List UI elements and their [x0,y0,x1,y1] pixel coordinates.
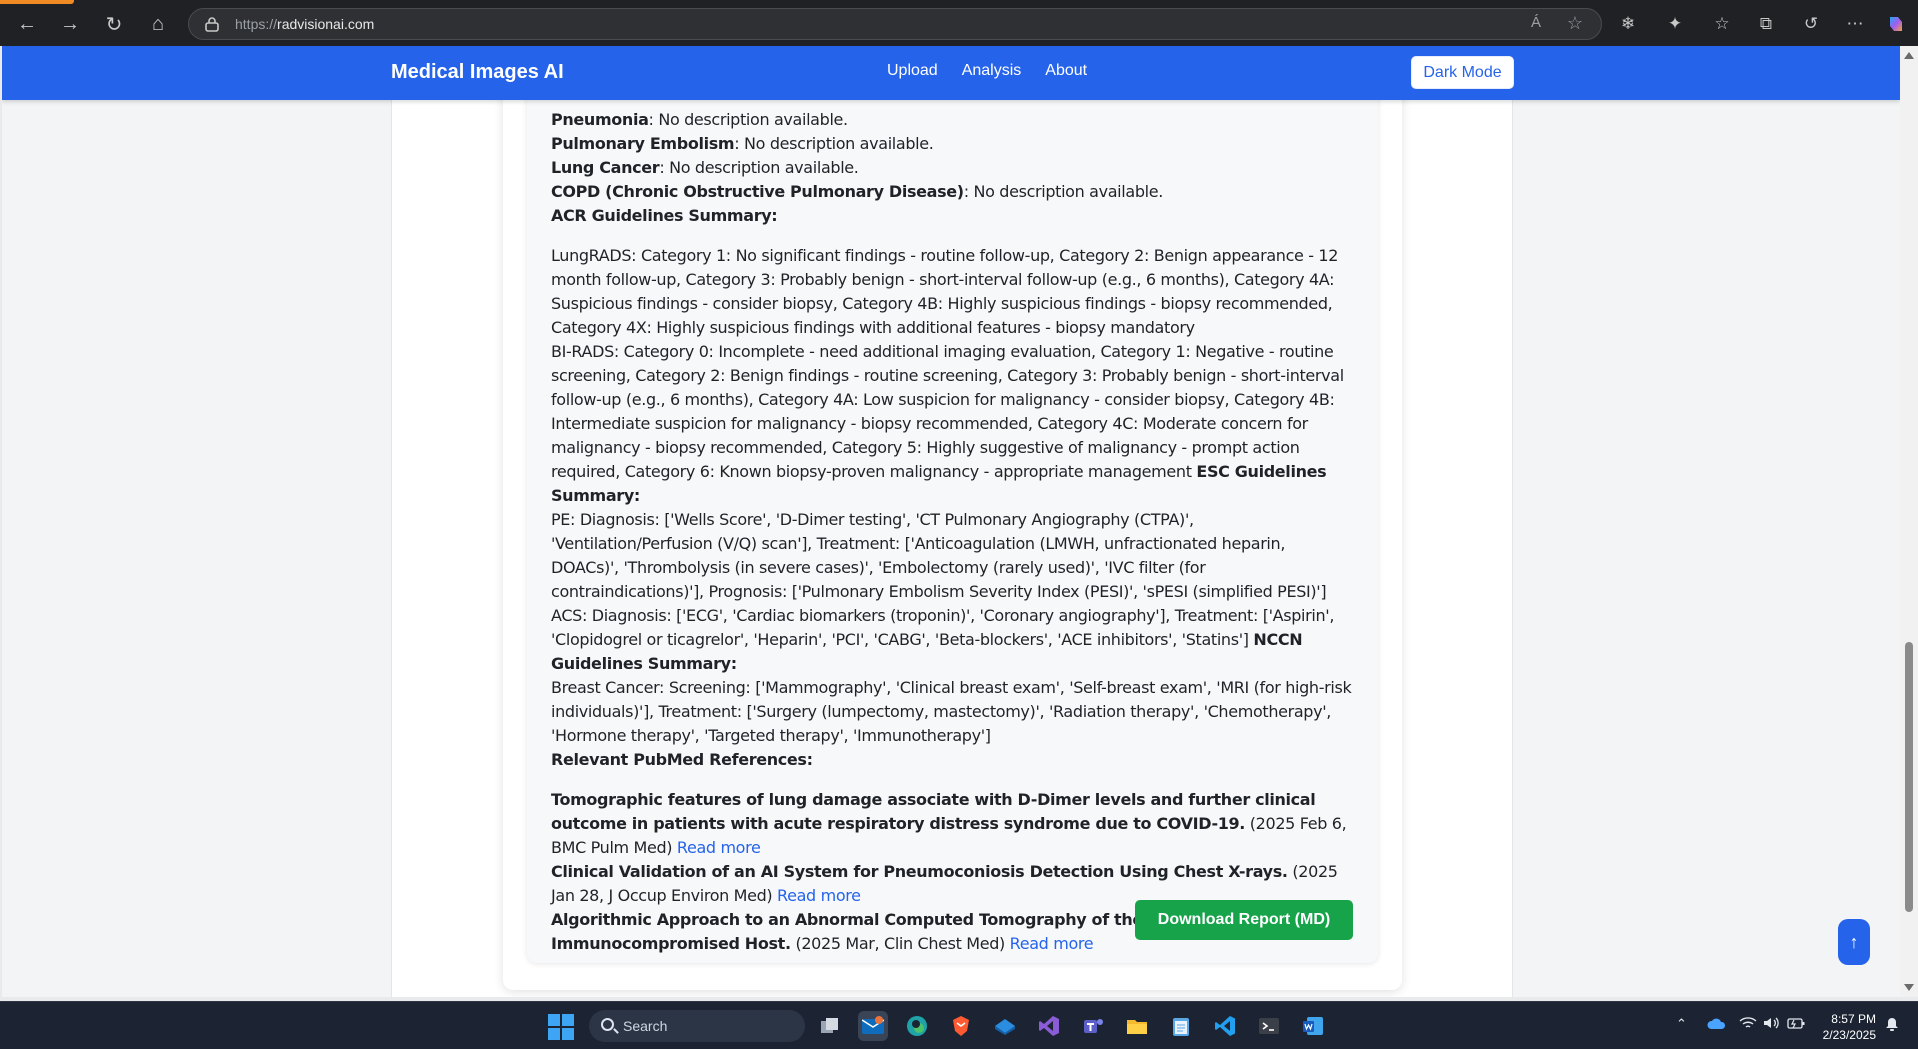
refresh-icon[interactable]: ↻ [99,9,129,39]
taskbar-search-label: Search [623,1018,668,1034]
taskbar-clock[interactable]: 8:57 PM 2/23/2025 [1816,1011,1876,1043]
download-report-button[interactable]: Download Report (MD) [1135,900,1353,940]
teams-icon[interactable] [1078,1011,1108,1041]
edge-icon[interactable] [902,1011,932,1041]
reference-meta: (2025 Mar, Clin Chest Med) [790,934,1010,953]
outlook-icon[interactable] [858,1011,888,1041]
condition-desc: : No description available. [648,110,849,129]
condition-desc: : No description available. [734,134,934,153]
terminal-icon[interactable] [1254,1011,1284,1041]
site-brand[interactable]: Medical Images AI [391,61,564,84]
extension-icon[interactable]: ❄ [1613,9,1643,39]
wifi-icon[interactable] [1739,1016,1757,1033]
notification-bell-icon[interactable] [1884,1016,1900,1035]
home-icon[interactable]: ⌂ [143,9,173,39]
read-more-link[interactable]: Read more [677,838,761,857]
puzzle-icon[interactable]: ✦ [1660,9,1690,39]
address-bar[interactable]: https://radvisionai.com Á ☆ [188,8,1602,40]
history-icon[interactable]: ↺ [1796,9,1826,39]
onedrive-icon[interactable] [1707,1016,1727,1033]
clock-date: 2/23/2025 [1822,1028,1876,1042]
nav-about[interactable]: About [1045,62,1087,80]
site-navbar: Medical Images AI Upload Analysis About … [2,46,1900,100]
task-view-icon[interactable] [815,1011,845,1041]
birads-summary: BI-RADS: Category 0: Incomplete - need a… [551,342,1344,481]
favorites-icon[interactable]: ☆ [1707,9,1737,39]
condition-name: Lung Cancer [551,158,660,177]
battery-icon[interactable] [1787,1016,1805,1033]
esc-acs-summary: ACS: Diagnosis: ['ECG', 'Cardiac biomark… [551,606,1335,649]
scroll-up-icon[interactable] [1904,52,1914,59]
acr-heading: ACR Guidelines Summary: [551,206,778,225]
back-icon[interactable]: ← [12,9,42,39]
condition-desc: : No description available. [963,182,1164,201]
volume-icon[interactable] [1763,1016,1781,1033]
browser-toolbar: ← → ↻ ⌂ https://radvisionai.com Á ☆ ❄ ✦… [0,0,1918,46]
condition-item: COPD (Chronic Obstructive Pulmonary Dise… [551,180,1357,204]
back-to-top-button[interactable]: ↑ [1838,919,1870,965]
file-explorer-icon[interactable] [1122,1011,1152,1041]
read-more-link[interactable]: Read more [1010,934,1094,953]
page-viewport: Medical Images AI Upload Analysis About … [2,46,1900,997]
birads-paragraph: BI-RADS: Category 0: Incomplete - need a… [551,340,1357,508]
condition-item: Pneumonia: No description available. [551,108,1357,132]
taskbar-search[interactable]: Search [589,1010,805,1042]
vscode-icon[interactable] [1210,1011,1240,1041]
favorite-star-icon[interactable]: ☆ [1567,13,1583,34]
condition-name: Pulmonary Embolism [551,134,735,153]
esc-acs-paragraph: ACS: Diagnosis: ['ECG', 'Cardiac biomark… [551,604,1357,676]
read-aloud-icon[interactable]: Á [1531,14,1541,31]
windows-start-icon[interactable] [548,1014,574,1040]
condition-name: COPD (Chronic Obstructive Pulmonary Dise… [551,182,964,201]
page-scrollbar[interactable] [1900,46,1918,997]
copilot-icon[interactable] [1881,9,1911,39]
nav-analysis[interactable]: Analysis [962,62,1022,80]
read-more-link[interactable]: Read more [777,886,861,905]
nav-upload[interactable]: Upload [887,62,938,80]
esc-pe-summary: PE: Diagnosis: ['Wells Score', 'D-Dimer … [551,510,1327,601]
condition-desc: : No description available. [659,158,859,177]
collections-icon[interactable]: ⧉ [1751,9,1781,39]
visual-studio-icon[interactable] [1034,1011,1064,1041]
active-tab-indicator [0,0,74,4]
azure-data-studio-icon[interactable] [990,1011,1020,1041]
scroll-thumb[interactable] [1905,642,1913,912]
search-icon [601,1018,614,1031]
site-nav: Upload Analysis About [887,62,1087,80]
dark-mode-button[interactable]: Dark Mode [1411,56,1514,89]
reference-title: Clinical Validation of an AI System for … [551,862,1288,881]
condition-item: Pulmonary Embolism: No description avail… [551,132,1357,156]
forward-icon[interactable]: → [55,9,85,39]
condition-item: Lung Cancer: No description available. [551,156,1357,180]
lungrads-summary: LungRADS: Category 1: No significant fin… [551,246,1339,337]
report-content: Pneumonia: No description available. Pul… [551,108,1357,956]
lock-icon[interactable] [205,16,219,32]
condition-name: Pneumonia [551,110,649,129]
chevron-up-icon[interactable]: ⌃ [1676,1016,1687,1032]
word-icon[interactable] [1298,1011,1328,1041]
nccn-breast-summary: Breast Cancer: Screening: ['Mammography'… [551,678,1352,745]
reference-item: Tomographic features of lung damage asso… [551,788,1357,860]
pubmed-heading: Relevant PubMed References: [551,750,813,769]
url-text[interactable]: https://radvisionai.com [235,16,374,32]
brave-icon[interactable] [946,1011,976,1041]
scroll-down-icon[interactable] [1904,984,1914,991]
windows-taskbar: Search ⌃ 8:57 PM 2/23/2025 [0,1001,1918,1049]
reference-title: Tomographic features of lung damage asso… [551,790,1316,833]
notepad-icon[interactable] [1166,1011,1196,1041]
more-menu-icon[interactable]: ⋯ [1840,9,1870,39]
clock-time: 8:57 PM [1831,1012,1876,1026]
